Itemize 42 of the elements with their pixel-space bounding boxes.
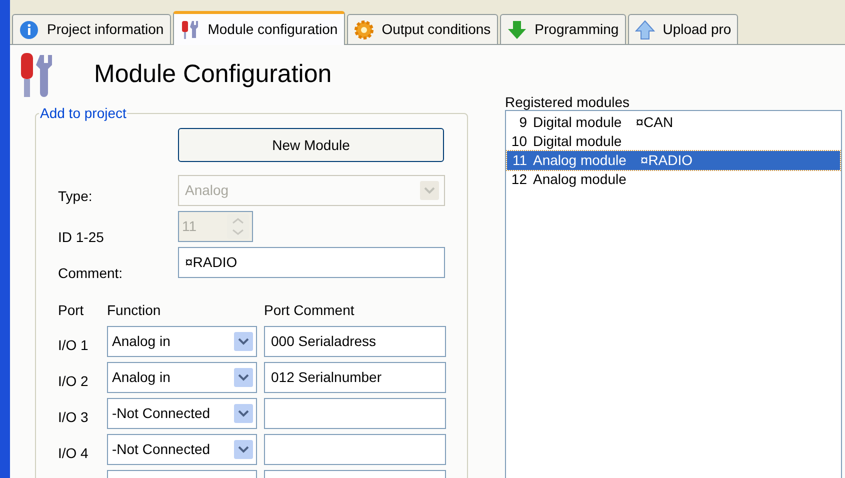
tab[interactable]: Module configuration bbox=[172, 11, 345, 45]
column-header: Function bbox=[107, 301, 162, 320]
gear-icon bbox=[354, 20, 374, 40]
page-title: Module Configuration bbox=[94, 59, 332, 90]
field-label: Type: bbox=[58, 187, 94, 206]
tab[interactable]: Output conditions bbox=[346, 14, 498, 44]
port-label: I/O 3 bbox=[58, 408, 90, 427]
tab[interactable]: Programming bbox=[500, 14, 626, 44]
port-comment-field[interactable]: 000 Serialadress bbox=[264, 326, 446, 357]
function-dropdown[interactable]: -Not Connected bbox=[107, 434, 257, 465]
list-item[interactable]: 11 Analog module ¤RADIO bbox=[507, 151, 840, 170]
caret-icon bbox=[234, 332, 253, 351]
field-label: Comment: bbox=[58, 264, 124, 283]
down-arrow-icon bbox=[506, 20, 527, 40]
function-dropdown[interactable]: Analog in bbox=[107, 326, 257, 357]
list-item[interactable]: 9 Digital module ¤CAN bbox=[507, 113, 840, 132]
port-label: I/O 1 bbox=[58, 336, 90, 355]
port-comment-field[interactable] bbox=[264, 434, 446, 465]
tab[interactable]: Project information bbox=[12, 14, 171, 44]
port-comment-field[interactable] bbox=[264, 398, 446, 429]
up-arrow-icon bbox=[634, 20, 655, 40]
port-comment-field[interactable]: 012 Serialnumber bbox=[264, 362, 446, 393]
comment-field[interactable]: ¤RADIO bbox=[178, 247, 445, 278]
list-item[interactable]: 10 Digital module bbox=[507, 132, 840, 151]
caret-icon bbox=[234, 404, 253, 423]
column-header: Port bbox=[58, 301, 85, 320]
new-module-button[interactable]: New Module bbox=[178, 128, 444, 162]
field-label: ID 1-25 bbox=[58, 228, 105, 247]
info-icon bbox=[19, 20, 39, 40]
function-dropdown[interactable]: -Not Connected bbox=[107, 398, 257, 429]
tools-icon bbox=[180, 20, 200, 40]
list-label: Registered modules bbox=[505, 93, 631, 110]
function-dropdown[interactable]: Analog in bbox=[107, 362, 257, 393]
port-label: I/O 2 bbox=[58, 372, 90, 391]
caret-icon bbox=[234, 440, 253, 459]
tools-icon bbox=[20, 51, 54, 99]
caret-icon bbox=[420, 181, 439, 200]
caret-icon bbox=[234, 368, 253, 387]
tab[interactable]: Upload pro bbox=[628, 14, 738, 44]
port-label: I/O 4 bbox=[58, 444, 90, 463]
column-header: Port Comment bbox=[264, 301, 354, 320]
list-item[interactable]: 12 Analog module bbox=[507, 170, 840, 189]
